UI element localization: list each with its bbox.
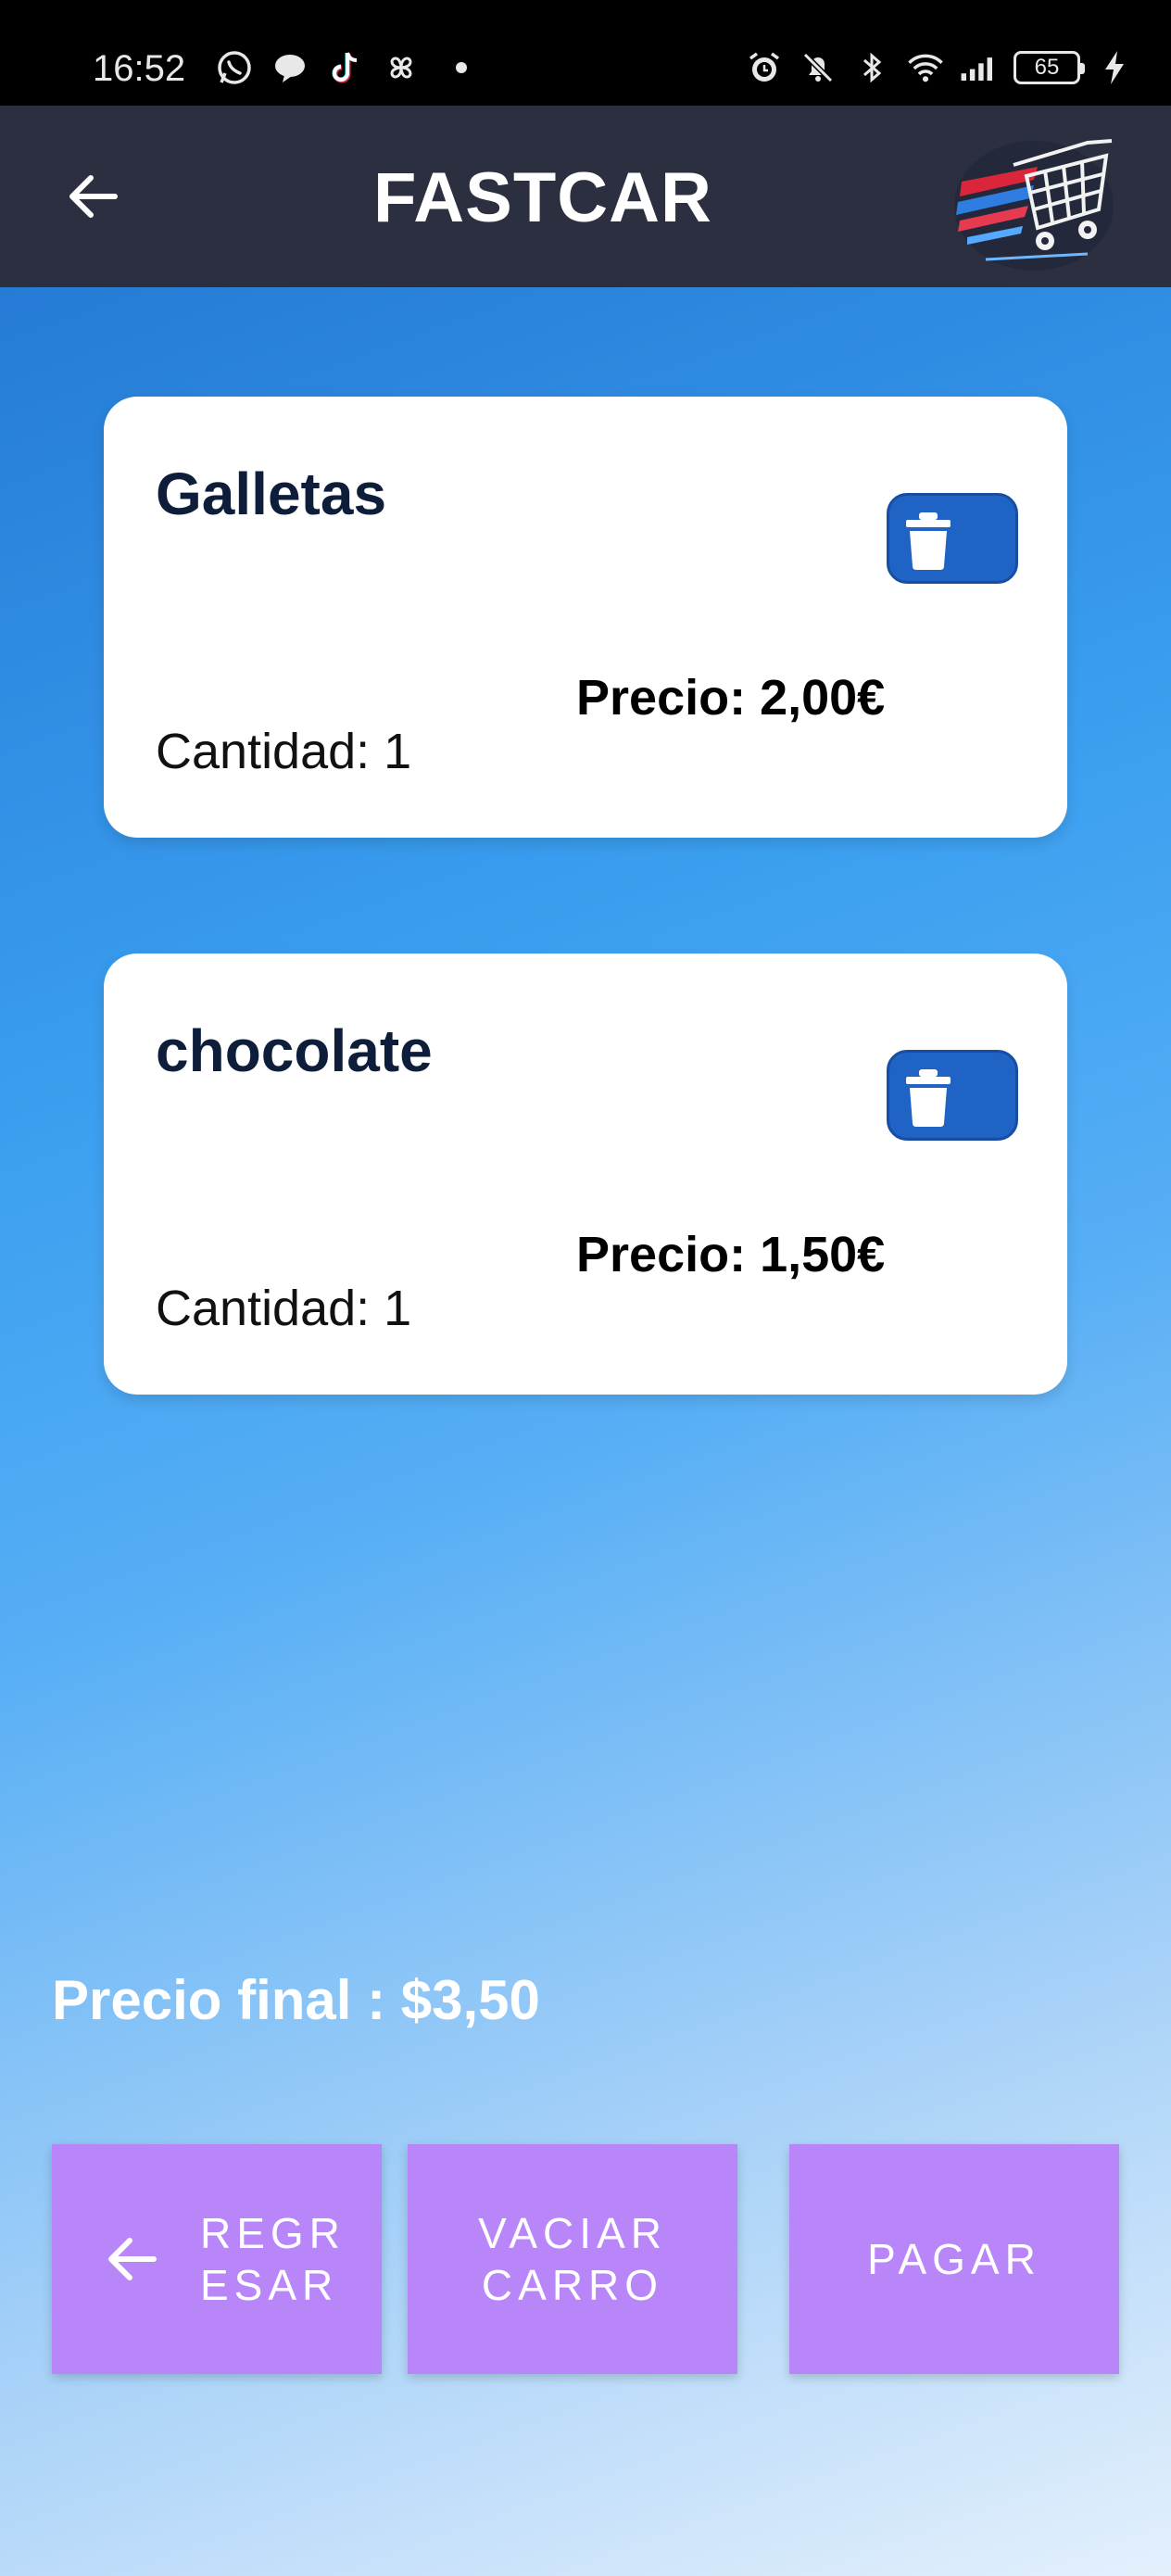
item-name: Galletas [156,461,387,527]
empty-cart-button[interactable]: VACIAR CARRO [408,2144,737,2374]
final-price: Precio final : $3,50 [52,1969,540,2031]
empty-cart-button-label: VACIAR CARRO [478,2209,667,2309]
app-bar: FASTCAR [0,106,1171,287]
wifi-icon [906,48,945,87]
delete-item-button[interactable] [887,493,1018,584]
app-title: FASTCAR [373,158,712,237]
item-price: Precio: 1,50€ [576,1227,886,1282]
trash-icon [906,512,951,570]
trash-icon [906,1069,951,1127]
item-quantity: Cantidad: 1 [156,724,412,779]
delete-item-button[interactable] [887,1050,1018,1141]
pinwheel-icon [382,48,421,87]
notification-icons [215,48,467,87]
shopping-cart-logo[interactable] [949,124,1125,272]
signal-icon [960,48,999,87]
charging-bolt-icon [1095,48,1134,87]
status-bar: 16:52 65 [0,0,1171,106]
return-button[interactable]: REGR ESAR [52,2144,382,2374]
cart-item-card: Galletas Precio: 2,00€ Cantidad: 1 [104,397,1067,838]
cart-item-card: chocolate Precio: 1,50€ Cantidad: 1 [104,953,1067,1395]
battery-indicator: 65 [1014,51,1085,84]
tiktok-icon [326,48,365,87]
alarm-icon [745,48,784,87]
pay-button[interactable]: PAGAR [789,2144,1119,2374]
whatsapp-icon [215,48,254,87]
arrow-left-icon [108,2238,157,2280]
pay-button-label: PAGAR [867,2235,1041,2283]
more-notifications-dot [456,62,467,73]
return-button-label: REGR ESAR [200,2209,346,2309]
system-icons: 65 [745,48,1134,87]
bluetooth-icon [852,48,891,87]
chat-bubble-icon [271,48,309,87]
item-name: chocolate [156,1017,433,1084]
item-price: Precio: 2,00€ [576,670,886,726]
battery-level: 65 [1034,55,1060,80]
item-quantity: Cantidad: 1 [156,1281,412,1336]
bell-muted-icon [799,48,837,87]
status-time: 16:52 [93,48,186,89]
